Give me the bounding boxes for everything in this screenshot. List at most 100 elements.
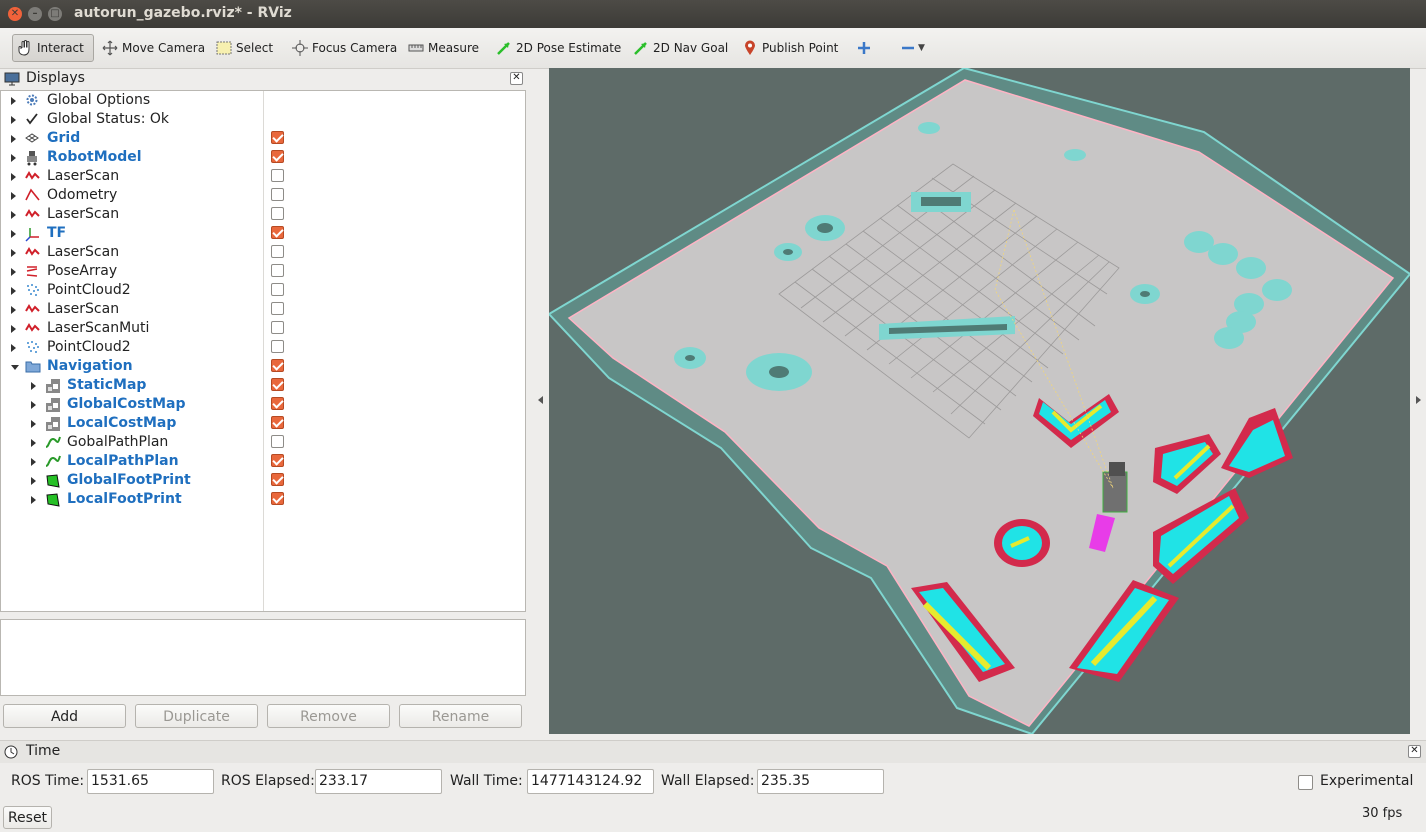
measure-tool[interactable]: Measure <box>404 34 483 62</box>
experimental-checkbox[interactable] <box>1298 775 1313 790</box>
display-item[interactable]: PointCloud2 <box>1 338 525 357</box>
display-enabled-checkbox[interactable] <box>271 321 284 334</box>
display-enabled-checkbox[interactable] <box>271 454 284 467</box>
display-enabled-checkbox[interactable] <box>271 226 284 239</box>
display-enabled-checkbox[interactable] <box>271 131 284 144</box>
expand-right-arrow-icon[interactable] <box>11 306 16 314</box>
expand-right-arrow-icon[interactable] <box>31 401 36 409</box>
display-item[interactable]: LaserScan <box>1 300 525 319</box>
expand-right-arrow-icon[interactable] <box>11 192 16 200</box>
display-enabled-checkbox[interactable] <box>271 245 284 258</box>
display-enabled-checkbox[interactable] <box>271 397 284 410</box>
expand-right-arrow-icon[interactable] <box>11 325 16 333</box>
display-item[interactable]: LaserScan <box>1 205 525 224</box>
display-enabled-checkbox[interactable] <box>271 473 284 486</box>
expand-right-arrow-icon[interactable] <box>11 230 16 238</box>
display-item[interactable]: LaserScan <box>1 167 525 186</box>
publish-point-tool[interactable]: Publish Point <box>738 34 842 62</box>
expand-right-arrow-icon[interactable] <box>11 173 16 181</box>
rename-button[interactable]: Rename <box>399 704 522 728</box>
display-item[interactable]: Global Options <box>1 91 525 110</box>
collapse-right-arrow[interactable] <box>1416 396 1421 404</box>
display-item[interactable]: GlobalFootPrint <box>1 471 525 490</box>
display-item[interactable]: PointCloud2 <box>1 281 525 300</box>
window-maximize-button[interactable]: □ <box>48 7 62 21</box>
display-enabled-checkbox[interactable] <box>271 378 284 391</box>
display-item[interactable]: LaserScan <box>1 243 525 262</box>
expand-right-arrow-icon[interactable] <box>31 439 36 447</box>
expand-right-arrow-icon[interactable] <box>11 116 16 124</box>
interact-tool[interactable]: Interact <box>12 34 94 62</box>
expand-right-arrow-icon[interactable] <box>31 496 36 504</box>
display-item[interactable]: Global Status: Ok <box>1 110 525 129</box>
expand-right-arrow-icon[interactable] <box>31 477 36 485</box>
display-enabled-checkbox[interactable] <box>271 207 284 220</box>
ros-elapsed-field[interactable]: 233.17 <box>315 769 442 794</box>
display-item[interactable]: Grid <box>1 129 525 148</box>
display-item[interactable]: GlobalCostMap <box>1 395 525 414</box>
remove-tool-button[interactable]: ▼ <box>896 34 929 62</box>
window-close-button[interactable]: ✕ <box>8 7 22 21</box>
display-enabled-checkbox[interactable] <box>271 340 284 353</box>
display-item[interactable]: LaserScanMuti <box>1 319 525 338</box>
expand-right-arrow-icon[interactable] <box>11 97 16 105</box>
display-item[interactable]: TF <box>1 224 525 243</box>
displays-title: Displays <box>26 70 85 86</box>
wall-time-field[interactable]: 1477143124.92 <box>527 769 654 794</box>
display-item[interactable]: LocalFootPrint <box>1 490 525 509</box>
expand-right-arrow-icon[interactable] <box>11 344 16 352</box>
expand-right-arrow-icon[interactable] <box>11 154 16 162</box>
render-3d-view[interactable] <box>549 68 1410 734</box>
expand-right-arrow-icon[interactable] <box>11 211 16 219</box>
focus-camera-tool[interactable]: Focus Camera <box>288 34 401 62</box>
expand-down-arrow-icon[interactable] <box>11 365 19 370</box>
display-item[interactable]: Odometry <box>1 186 525 205</box>
expand-right-arrow-icon[interactable] <box>31 458 36 466</box>
display-item-label: Global Options <box>47 92 151 108</box>
duplicate-button[interactable]: Duplicate <box>135 704 258 728</box>
display-enabled-checkbox[interactable] <box>271 302 284 315</box>
collapse-left-arrow[interactable] <box>538 396 543 404</box>
ros-time-field[interactable]: 1531.65 <box>87 769 214 794</box>
expand-right-arrow-icon[interactable] <box>31 382 36 390</box>
nav-goal-tool[interactable]: 2D Nav Goal <box>629 34 732 62</box>
add-button[interactable]: Add <box>3 704 126 728</box>
display-item[interactable]: GobalPathPlan <box>1 433 525 452</box>
display-item[interactable]: LocalPathPlan <box>1 452 525 471</box>
select-tool[interactable]: Select <box>212 34 277 62</box>
display-enabled-checkbox[interactable] <box>271 435 284 448</box>
pose-estimate-tool[interactable]: 2D Pose Estimate <box>492 34 625 62</box>
display-item[interactable]: PoseArray <box>1 262 525 281</box>
close-time-panel-button[interactable]: ✕ <box>1408 745 1421 758</box>
display-enabled-checkbox[interactable] <box>271 188 284 201</box>
display-item[interactable]: StaticMap <box>1 376 525 395</box>
polygon-icon <box>45 492 61 508</box>
remove-button[interactable]: Remove <box>267 704 390 728</box>
display-enabled-checkbox[interactable] <box>271 492 284 505</box>
display-item[interactable]: RobotModel <box>1 148 525 167</box>
add-tool-button[interactable] <box>852 34 880 62</box>
display-item[interactable]: LocalCostMap <box>1 414 525 433</box>
plus-icon <box>856 40 872 56</box>
polygon-icon <box>45 473 61 489</box>
expand-right-arrow-icon[interactable] <box>31 420 36 428</box>
expand-right-arrow-icon[interactable] <box>11 268 16 276</box>
move-camera-tool[interactable]: Move Camera <box>98 34 209 62</box>
displays-tree[interactable]: Global Options Global Status: Ok Grid Robot… <box>0 90 526 612</box>
expand-right-arrow-icon[interactable] <box>11 135 16 143</box>
display-enabled-checkbox[interactable] <box>271 169 284 182</box>
expand-right-arrow-icon[interactable] <box>11 249 16 257</box>
reset-button[interactable]: Reset <box>3 806 52 829</box>
display-item[interactable]: Navigation <box>1 357 525 376</box>
expand-right-arrow-icon[interactable] <box>11 287 16 295</box>
display-enabled-checkbox[interactable] <box>271 359 284 372</box>
display-enabled-checkbox[interactable] <box>271 283 284 296</box>
display-item-label: LocalPathPlan <box>67 453 179 469</box>
display-enabled-checkbox[interactable] <box>271 150 284 163</box>
window-minimize-button[interactable]: – <box>28 7 42 21</box>
display-enabled-checkbox[interactable] <box>271 264 284 277</box>
description-panel <box>0 619 526 696</box>
display-enabled-checkbox[interactable] <box>271 416 284 429</box>
close-panel-button[interactable]: ✕ <box>510 72 523 85</box>
wall-elapsed-field[interactable]: 235.35 <box>757 769 884 794</box>
